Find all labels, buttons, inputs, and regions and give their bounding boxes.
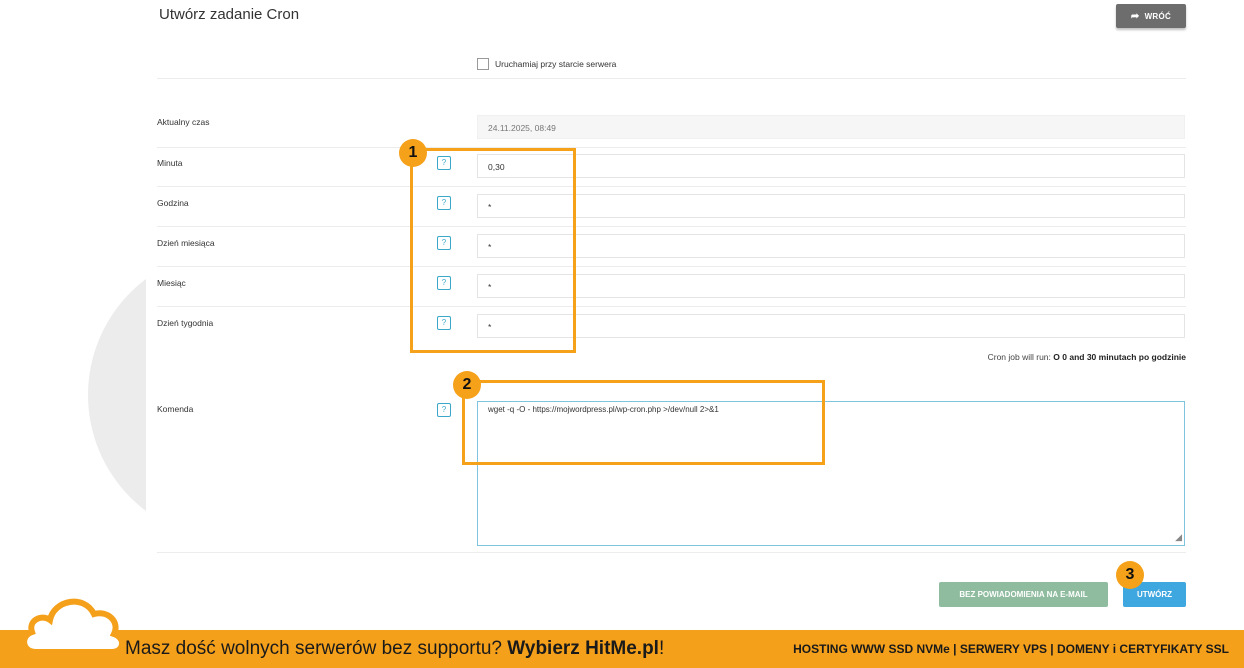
startup-checkbox-row[interactable]: Uruchamiaj przy starcie serwera: [477, 58, 616, 70]
month-label: Miesiąc: [157, 278, 186, 288]
banner-brand: Wybierz HitMe.pl: [507, 638, 659, 659]
no-email-button[interactable]: BEZ POWIADOMIENIA NA E-MAIL: [939, 582, 1108, 607]
resize-handle-icon[interactable]: ◢: [1175, 532, 1182, 543]
divider: [157, 552, 1186, 553]
banner-services: HOSTING WWW SSD NVMe | SERWERY VPS | DOM…: [793, 642, 1229, 656]
day-of-month-input[interactable]: *: [477, 234, 1185, 258]
banner-text: Masz dość wolnych serwerów bez supportu?: [125, 638, 503, 659]
day-of-week-label: Dzień tygodnia: [157, 318, 214, 328]
hour-input[interactable]: *: [477, 194, 1185, 218]
divider: [157, 186, 1186, 187]
annotation-box-2: [462, 380, 825, 465]
annotation-badge-2: 2: [453, 371, 481, 399]
month-input[interactable]: *: [477, 274, 1185, 298]
divider: [157, 147, 1186, 148]
divider: [157, 226, 1186, 227]
divider: [157, 306, 1186, 307]
cron-run-info: Cron job will run: O 0 and 30 minutach p…: [988, 352, 1186, 362]
divider: [157, 266, 1186, 267]
annotation-badge-1: 1: [399, 139, 427, 167]
promo-banner[interactable]: Masz dość wolnych serwerów bez supportu?…: [0, 630, 1244, 668]
minute-label: Minuta: [157, 158, 183, 168]
banner-slogan: Masz dość wolnych serwerów bez supportu?…: [125, 638, 664, 660]
current-time-label: Aktualny czas: [157, 117, 210, 127]
day-of-month-label: Dzień miesiąca: [157, 238, 215, 248]
day-of-week-input[interactable]: *: [477, 314, 1185, 338]
annotation-badge-3: 3: [1116, 561, 1144, 589]
annotation-box-1: [410, 148, 576, 353]
page-title: Utwórz zadanie Cron: [159, 6, 300, 23]
current-time-value: 24.11.2025, 08:49: [477, 115, 1185, 139]
back-button[interactable]: ➦ WRÓĆ: [1116, 4, 1186, 28]
divider: [157, 78, 1186, 79]
help-icon[interactable]: ?: [437, 403, 451, 417]
arrow-icon: ➦: [1130, 10, 1140, 22]
banner-exclamation: !: [658, 638, 665, 659]
command-label: Komenda: [157, 404, 194, 414]
startup-checkbox[interactable]: [477, 58, 489, 70]
hour-label: Godzina: [157, 198, 189, 208]
run-info-prefix: Cron job will run:: [987, 352, 1051, 362]
back-button-label: WRÓĆ: [1144, 11, 1172, 21]
startup-checkbox-label: Uruchamiaj przy starcie serwera: [495, 59, 617, 69]
cron-form-page: Utwórz zadanie Cron ➦ WRÓĆ Uruchamiaj pr…: [0, 0, 1244, 668]
minute-input[interactable]: 0,30: [477, 154, 1185, 178]
cloud-logo-icon: [21, 598, 125, 655]
run-info-value: O 0 and 30 minutach po godzinie: [1053, 352, 1186, 362]
